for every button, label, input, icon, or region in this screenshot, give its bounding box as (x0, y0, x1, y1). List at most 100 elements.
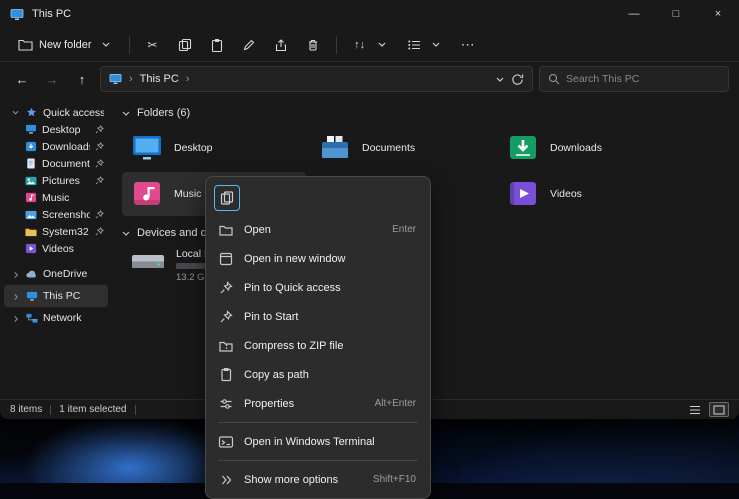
screenshots-icon (24, 209, 37, 221)
details-view-button[interactable] (685, 402, 705, 417)
sidebar-item-pictures[interactable]: Pictures (4, 172, 108, 189)
up-button[interactable]: ↑ (70, 67, 94, 91)
breadcrumb-this-pc[interactable]: This PC (140, 73, 179, 85)
music-icon (24, 192, 37, 204)
sidebar-item-label: Music (42, 192, 104, 204)
chevron-down-icon (428, 37, 444, 53)
downloads-icon (24, 141, 37, 153)
forward-button[interactable]: → (40, 67, 64, 91)
address-dropdown-chevron-icon[interactable] (496, 77, 504, 82)
view-button[interactable] (399, 32, 451, 58)
pin-icon (218, 309, 234, 325)
search-icon (548, 73, 560, 85)
context-menu-item-open[interactable]: Open Enter (210, 215, 426, 244)
status-divider (50, 405, 51, 415)
hard-drive-icon (130, 248, 166, 283)
sidebar-item-desktop[interactable]: Desktop (4, 121, 108, 138)
folder-tile-documents[interactable]: Documents (310, 126, 494, 170)
copy-button[interactable] (170, 32, 200, 58)
context-menu-item-copy-as-path[interactable]: Copy as path (210, 360, 426, 389)
copy-button[interactable] (214, 185, 240, 211)
sidebar-item-this-pc[interactable]: This PC (4, 285, 108, 307)
sidebar-item-label: Pictures (42, 175, 90, 187)
search-input[interactable] (566, 73, 720, 85)
folder-tile-label: Downloads (550, 142, 602, 154)
close-button[interactable]: × (697, 0, 739, 28)
item-count: 8 items (10, 404, 42, 415)
context-menu-item-open-new-window[interactable]: Open in new window (210, 244, 426, 273)
sidebar-item-label: Documents (42, 158, 90, 170)
folder-tile-videos[interactable]: Videos (498, 172, 682, 216)
back-button[interactable]: ← (10, 67, 34, 91)
minimize-button[interactable]: — (613, 0, 655, 28)
network-icon (25, 312, 38, 324)
context-menu-item-compress-zip[interactable]: Compress to ZIP file (210, 331, 426, 360)
sidebar-item-videos[interactable]: Videos (4, 240, 108, 257)
sidebar-item-documents[interactable]: Documents (4, 155, 108, 172)
copy-icon (177, 37, 193, 53)
context-menu-separator (218, 422, 418, 423)
folder-tile-desktop[interactable]: Desktop (122, 126, 306, 170)
selection-count: 1 item selected (59, 404, 126, 415)
context-menu-shortcut: Enter (392, 224, 416, 235)
new-folder-button[interactable]: New folder (10, 32, 121, 58)
quick-access-star-icon (25, 107, 38, 119)
ellipsis-icon: ⋯ (460, 37, 476, 53)
sidebar-item-system32[interactable]: System32 (4, 223, 108, 240)
cut-icon: ✂ (145, 37, 161, 53)
videos-icon (506, 180, 540, 208)
pin-icon (95, 227, 104, 236)
sidebar-item-label: Downloads (42, 141, 90, 153)
context-menu-item-properties[interactable]: Properties Alt+Enter (210, 389, 426, 418)
folders-section-header[interactable]: Folders (6) (122, 104, 739, 122)
context-menu-item-show-more-options[interactable]: Show more options Shift+F10 (210, 465, 426, 494)
chevron-right-icon (14, 270, 19, 278)
rename-button[interactable] (234, 32, 264, 58)
sidebar-item-label: Quick access (43, 107, 104, 119)
context-menu-separator (218, 460, 418, 461)
context-menu-label: Copy as path (244, 369, 416, 381)
delete-button[interactable] (298, 32, 328, 58)
chevron-down-icon (12, 110, 20, 115)
context-menu-item-pin-quick-access[interactable]: Pin to Quick access (210, 273, 426, 302)
chevron-right-icon (14, 314, 19, 322)
sidebar-item-onedrive[interactable]: OneDrive (4, 263, 108, 285)
folder-tile-label: Videos (550, 188, 582, 200)
sidebar-item-quick-access[interactable]: Quick access (4, 104, 108, 121)
context-menu-label: Pin to Start (244, 311, 416, 323)
address-bar[interactable]: › This PC › (100, 66, 533, 92)
more-options-button[interactable]: ⋯ (453, 32, 483, 58)
new-window-icon (218, 251, 234, 267)
trash-icon (305, 37, 321, 53)
sort-button[interactable]: ↑↓ (345, 32, 397, 58)
toolbar-divider (129, 36, 130, 54)
context-menu-item-pin-start[interactable]: Pin to Start (210, 302, 426, 331)
paste-button[interactable] (202, 32, 232, 58)
chevron-down-icon (98, 37, 114, 53)
sidebar-item-network[interactable]: Network (4, 307, 108, 329)
context-menu-icon-row (210, 181, 426, 215)
chevron-right-icon (14, 292, 19, 300)
folder-tile-downloads[interactable]: Downloads (498, 126, 682, 170)
clipboard-icon (218, 367, 234, 383)
context-menu-label: Properties (244, 398, 365, 410)
share-icon (273, 37, 289, 53)
status-divider (135, 405, 136, 415)
sidebar-item-label: Screenshots (42, 209, 90, 221)
thumbnail-view-button[interactable] (709, 402, 729, 417)
context-menu-item-open-windows-terminal[interactable]: Open in Windows Terminal (210, 427, 426, 456)
breadcrumb-separator: › (129, 73, 133, 85)
pin-icon (95, 210, 104, 219)
new-folder-icon (17, 37, 33, 53)
maximize-button[interactable]: □ (655, 0, 697, 28)
terminal-icon (218, 434, 234, 450)
folder-tile-label: Music (174, 188, 201, 200)
share-button[interactable] (266, 32, 296, 58)
refresh-icon[interactable] (511, 73, 524, 86)
sidebar-item-downloads[interactable]: Downloads (4, 138, 108, 155)
cut-button[interactable]: ✂ (138, 32, 168, 58)
sidebar-item-music[interactable]: Music (4, 189, 108, 206)
zip-folder-icon (218, 338, 234, 354)
context-menu-label: Open (244, 224, 382, 236)
sidebar-item-screenshots[interactable]: Screenshots (4, 206, 108, 223)
